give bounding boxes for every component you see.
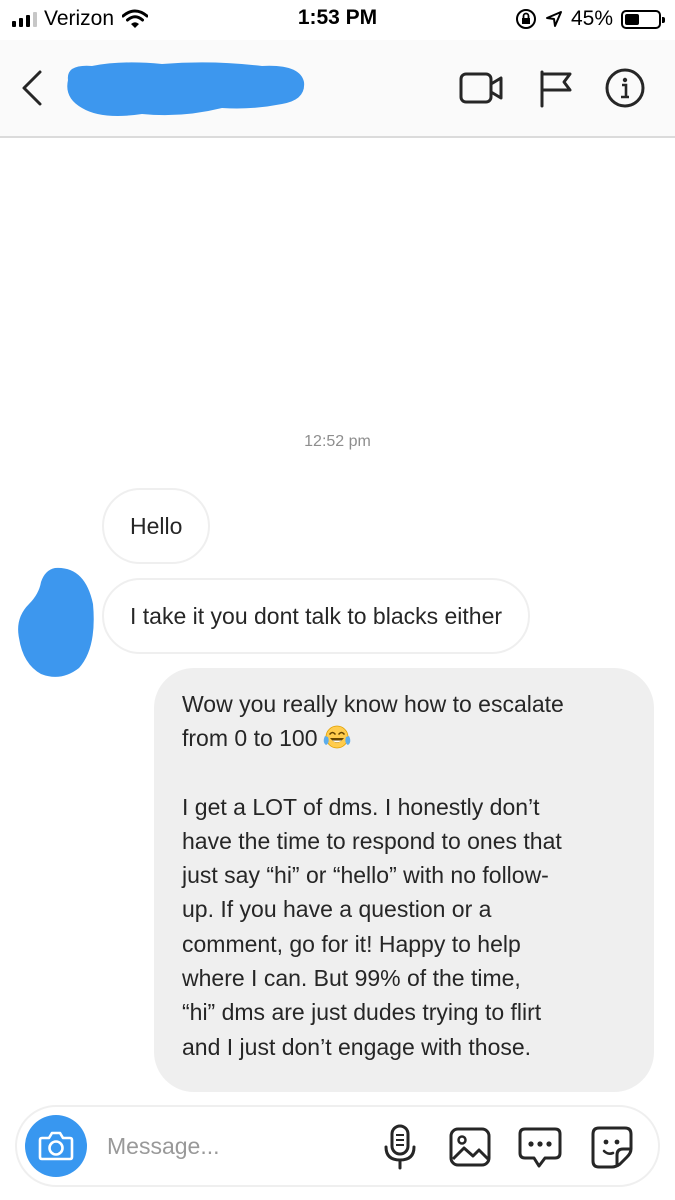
incoming-message-bubble[interactable]: I take it you dont talk to blacks either <box>102 578 531 654</box>
message-line: I get a LOT of dms. I honestly don’t <box>182 793 540 820</box>
gallery-icon[interactable] <box>447 1123 493 1171</box>
message-timestamp: 12:52 pm <box>304 433 371 450</box>
orientation-lock-icon <box>515 9 536 29</box>
status-right: 45% <box>515 6 665 32</box>
message-input[interactable] <box>107 1123 377 1169</box>
chat-bubble-icon[interactable] <box>517 1123 563 1171</box>
battery-percent: 45% <box>570 7 613 30</box>
info-icon[interactable] <box>602 68 648 108</box>
incoming-message-bubble[interactable]: Hello <box>102 488 211 564</box>
camera-icon <box>38 1131 74 1161</box>
back-chevron-icon[interactable] <box>14 68 54 108</box>
conversation-header <box>0 40 675 138</box>
message-line: up. If you have a question or a <box>182 896 492 923</box>
video-call-icon[interactable] <box>458 68 504 108</box>
camera-button[interactable] <box>25 1115 87 1177</box>
redacted-username[interactable] <box>62 58 307 122</box>
message-line: have the time to respond to ones that <box>182 827 562 854</box>
message-line: just say “hi” or “hello” with no follow- <box>182 862 549 889</box>
message-composer <box>15 1105 660 1187</box>
message-line: “hi” dms are just dudes trying to flirt <box>182 999 542 1026</box>
tears-of-joy-emoji-icon <box>323 725 350 749</box>
flag-icon[interactable] <box>536 68 582 108</box>
message-line: from 0 to 100 <box>182 721 632 755</box>
message-line: where I can. But 99% of the time, <box>182 965 521 992</box>
battery-icon <box>621 9 665 29</box>
redacted-avatar[interactable] <box>15 564 97 682</box>
outgoing-message-bubble[interactable]: Wow you really know how to escalate from… <box>154 668 654 1092</box>
message-line: Wow you really know how to escalate <box>182 691 564 717</box>
location-icon <box>545 11 562 27</box>
message-line: and I just don’t engage with those. <box>182 1033 532 1060</box>
sticker-icon[interactable] <box>589 1123 635 1171</box>
battery-level <box>625 13 640 25</box>
message-line: comment, go for it! Happy to help <box>182 930 521 957</box>
status-bar: Verizon 1:53 PM 45% <box>0 0 675 40</box>
microphone-icon[interactable] <box>377 1123 423 1171</box>
